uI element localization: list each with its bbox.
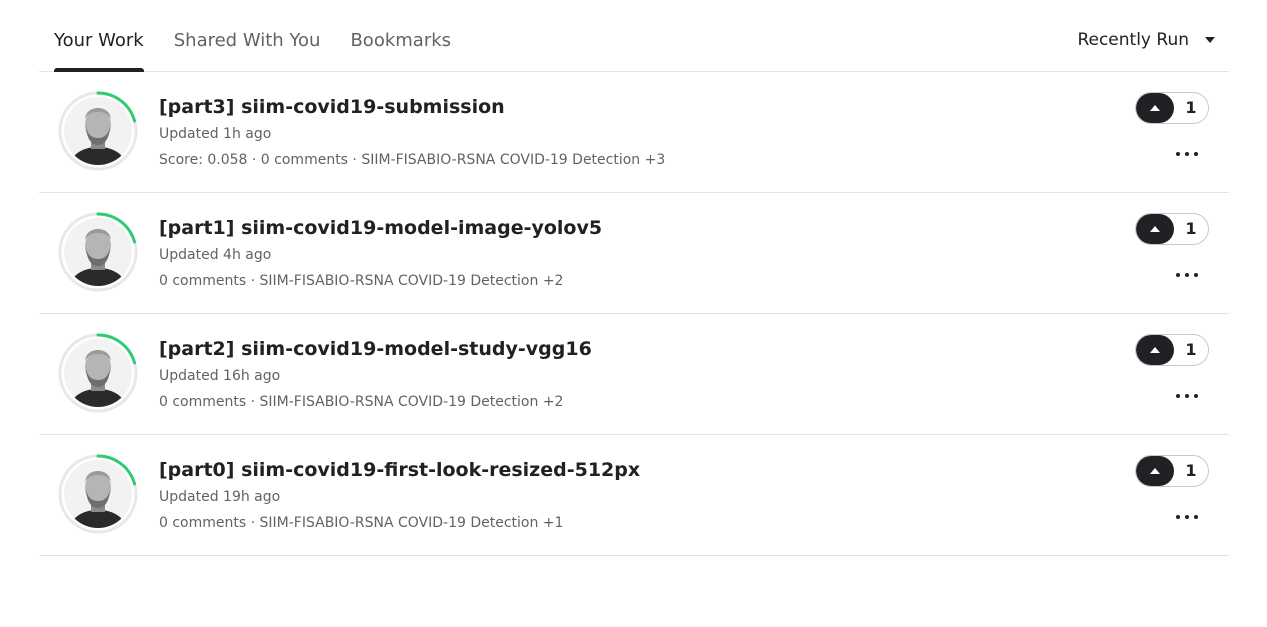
- dot-icon: [1176, 273, 1180, 277]
- upvote-button[interactable]: [1136, 214, 1174, 244]
- tab-your-work[interactable]: Your Work: [54, 0, 144, 72]
- notebook-title[interactable]: [part2] siim-covid19-model-study-vgg16: [159, 338, 592, 360]
- more-options-button[interactable]: [1176, 144, 1198, 164]
- vote-widget: 1: [1135, 334, 1209, 366]
- arrow-up-icon: [1150, 226, 1160, 232]
- tab-bookmarks[interactable]: Bookmarks: [350, 0, 451, 71]
- notebook-title[interactable]: [part0] siim-covid19-first-look-resized-…: [159, 459, 640, 481]
- dot-icon: [1194, 394, 1198, 398]
- more-options-button[interactable]: [1176, 507, 1198, 527]
- dot-icon: [1194, 152, 1198, 156]
- notebook-title[interactable]: [part3] siim-covid19-submission: [159, 96, 505, 118]
- list-item: [part1] siim-covid19-model-image-yolov5 …: [39, 193, 1229, 314]
- more-options-button[interactable]: [1176, 265, 1198, 285]
- notebook-list: [part3] siim-covid19-submission Updated …: [39, 72, 1229, 556]
- upvote-button[interactable]: [1136, 335, 1174, 365]
- dot-icon: [1176, 394, 1180, 398]
- list-item: [part0] siim-covid19-first-look-resized-…: [39, 435, 1229, 556]
- upvote-button[interactable]: [1136, 93, 1174, 123]
- vote-count: 1: [1185, 461, 1197, 480]
- arrow-up-icon: [1150, 105, 1160, 111]
- updated-time: Updated 16h ago: [159, 368, 281, 384]
- list-item: [part2] siim-covid19-model-study-vgg16 U…: [39, 314, 1229, 435]
- avatar[interactable]: [58, 454, 138, 534]
- arrow-up-icon: [1150, 468, 1160, 474]
- vote-count: 1: [1185, 98, 1197, 117]
- dot-icon: [1185, 394, 1189, 398]
- avatar-image: [58, 333, 138, 413]
- notebook-meta: 0 comments · SIIM-FISABIO-RSNA COVID-19 …: [159, 515, 564, 531]
- dot-icon: [1176, 152, 1180, 156]
- notebook-meta: Score: 0.058 · 0 comments · SIIM-FISABIO…: [159, 152, 666, 168]
- dot-icon: [1194, 515, 1198, 519]
- updated-time: Updated 19h ago: [159, 489, 281, 505]
- avatar[interactable]: [58, 333, 138, 413]
- notebook-meta: 0 comments · SIIM-FISABIO-RSNA COVID-19 …: [159, 273, 564, 289]
- avatar[interactable]: [58, 91, 138, 171]
- updated-time: Updated 4h ago: [159, 247, 272, 263]
- dot-icon: [1185, 273, 1189, 277]
- tabs: Your Work Shared With You Bookmarks: [54, 0, 481, 72]
- notebook-meta: 0 comments · SIIM-FISABIO-RSNA COVID-19 …: [159, 394, 564, 410]
- vote-count: 1: [1185, 340, 1197, 359]
- avatar-image: [58, 454, 138, 534]
- more-options-button[interactable]: [1176, 386, 1198, 406]
- vote-widget: 1: [1135, 455, 1209, 487]
- updated-time: Updated 1h ago: [159, 126, 272, 142]
- notebook-list-panel: Your Work Shared With You Bookmarks Rece…: [39, 0, 1229, 556]
- notebook-title[interactable]: [part1] siim-covid19-model-image-yolov5: [159, 217, 602, 239]
- sort-dropdown[interactable]: Recently Run: [1077, 30, 1215, 50]
- dot-icon: [1185, 152, 1189, 156]
- dot-icon: [1194, 273, 1198, 277]
- tab-bar: Your Work Shared With You Bookmarks Rece…: [39, 0, 1229, 72]
- avatar-image: [58, 212, 138, 292]
- sort-label: Recently Run: [1077, 30, 1189, 50]
- list-item: [part3] siim-covid19-submission Updated …: [39, 72, 1229, 193]
- upvote-button[interactable]: [1136, 456, 1174, 486]
- caret-down-icon: [1205, 37, 1215, 43]
- avatar[interactable]: [58, 212, 138, 292]
- vote-widget: 1: [1135, 213, 1209, 245]
- dot-icon: [1185, 515, 1189, 519]
- dot-icon: [1176, 515, 1180, 519]
- arrow-up-icon: [1150, 347, 1160, 353]
- vote-count: 1: [1185, 219, 1197, 238]
- avatar-image: [58, 91, 138, 171]
- vote-widget: 1: [1135, 92, 1209, 124]
- tab-shared-with-you[interactable]: Shared With You: [174, 0, 321, 71]
